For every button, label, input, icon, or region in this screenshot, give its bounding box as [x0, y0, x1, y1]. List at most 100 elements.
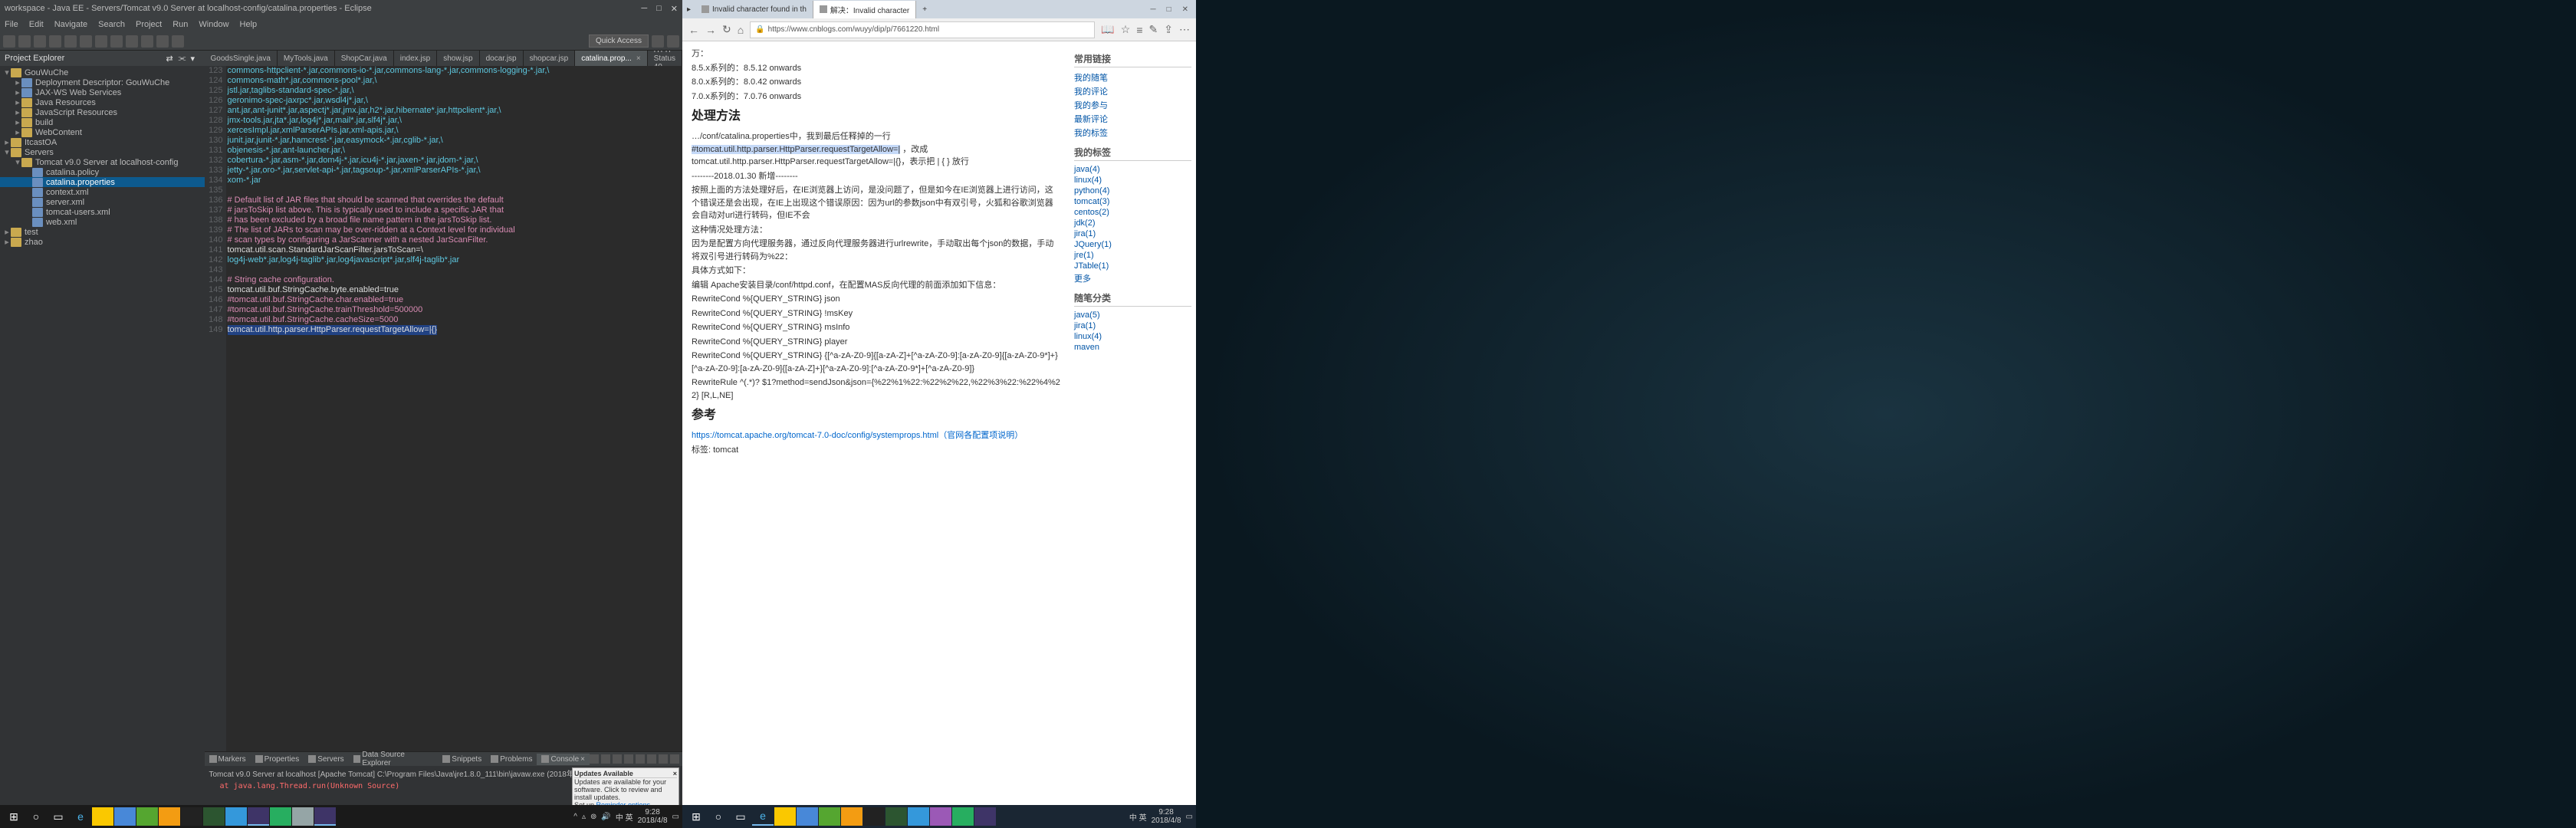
console-icon[interactable]	[670, 754, 679, 764]
minimize-icon[interactable]: ─	[641, 4, 647, 14]
console-icon[interactable]	[590, 754, 599, 764]
toolbar-button[interactable]	[3, 35, 15, 48]
clock-date[interactable]: 2018/4/8	[638, 816, 668, 825]
bottom-tab-console[interactable]: Console ×	[537, 754, 590, 765]
console-icon[interactable]	[613, 754, 622, 764]
notifications-icon[interactable]: ▭	[1186, 813, 1193, 821]
app-icon[interactable]	[952, 807, 974, 826]
tree-item[interactable]: ▸JAX-WS Web Services	[0, 87, 205, 97]
toolbar-button[interactable]	[156, 35, 169, 48]
refresh-button[interactable]: ↻	[722, 23, 731, 36]
eclipse-taskbar-icon[interactable]	[314, 807, 336, 826]
url-bar[interactable]: 🔒 https://www.cnblogs.com/wuyy/dip/p/766…	[750, 21, 1095, 38]
favorites-list-icon[interactable]: ≡	[1136, 24, 1142, 36]
menu-edit[interactable]: Edit	[29, 20, 44, 29]
notifications-icon[interactable]: ▭	[672, 813, 679, 821]
close-icon[interactable]: ×	[673, 770, 677, 777]
maximize-icon[interactable]: □	[656, 4, 662, 14]
quick-access[interactable]: Quick Access	[589, 34, 649, 48]
tree-item[interactable]: ▸Deployment Descriptor: GouWuChe	[0, 77, 205, 87]
share-icon[interactable]: ⇪	[1164, 23, 1173, 36]
sidebar-link[interactable]: JTable(1)	[1074, 261, 1191, 271]
toolbar-button[interactable]	[64, 35, 77, 48]
sidebar-link[interactable]: 我的评论	[1074, 84, 1191, 98]
app-icon[interactable]	[930, 807, 951, 826]
new-tab-button[interactable]: +	[916, 5, 933, 14]
toolbar-button[interactable]	[49, 35, 61, 48]
volume-icon[interactable]: 🔊	[601, 813, 610, 821]
app-icon[interactable]	[908, 807, 929, 826]
console-icon[interactable]	[659, 754, 668, 764]
menu-file[interactable]: File	[5, 20, 18, 29]
bottom-tab-servers[interactable]: Servers	[304, 754, 348, 765]
sidebar-link[interactable]: jdk(2)	[1074, 218, 1191, 228]
menu-icon[interactable]: ⋯	[1179, 23, 1190, 36]
sidebar-link[interactable]: jre(1)	[1074, 250, 1191, 261]
sidebar-link[interactable]: jira(1)	[1074, 320, 1191, 331]
tree-item[interactable]: ▸WebContent	[0, 127, 205, 137]
sidebar-link[interactable]: java(5)	[1074, 310, 1191, 320]
app-icon[interactable]	[886, 807, 907, 826]
clock-time[interactable]: 9:28	[1152, 808, 1181, 816]
sidebar-link[interactable]: linux(4)	[1074, 331, 1191, 342]
explorer-icon[interactable]	[774, 807, 796, 826]
menu-help[interactable]: Help	[240, 20, 258, 29]
app-icon[interactable]	[819, 807, 840, 826]
tree-item[interactable]: ▸JavaScript Resources	[0, 107, 205, 117]
app-icon[interactable]	[136, 807, 158, 826]
back-button[interactable]: ←	[688, 24, 699, 36]
app-icon[interactable]	[292, 807, 314, 826]
tree-item[interactable]: ▾GouWuChe	[0, 67, 205, 77]
tree-item[interactable]: web.xml	[0, 217, 205, 227]
menu-project[interactable]: Project	[136, 20, 162, 29]
lang-indicator[interactable]: 中 英	[1129, 811, 1147, 823]
collapse-icon[interactable]: ⇄	[166, 54, 176, 63]
edge-icon[interactable]: e	[70, 807, 91, 826]
sidebar-link[interactable]: 最新评论	[1074, 112, 1191, 126]
task-view-icon[interactable]: ▭	[730, 807, 751, 826]
toolbar-button[interactable]	[95, 35, 107, 48]
bottom-tab-properties[interactable]: Properties	[251, 754, 304, 765]
sidebar-link[interactable]: 我的标签	[1074, 126, 1191, 140]
tree-item[interactable]: ▸test	[0, 227, 205, 237]
tabs-aside-icon[interactable]: ▸	[682, 5, 695, 14]
sidebar-link[interactable]: java(4)	[1074, 164, 1191, 175]
sidebar-link[interactable]: python(4)	[1074, 186, 1191, 196]
browser-tab[interactable]: 解决：Invalid character	[813, 1, 916, 18]
editor-tab[interactable]: shopcar.jsp	[524, 51, 576, 66]
tree-item[interactable]: catalina.policy	[0, 167, 205, 177]
toolbar-button[interactable]	[172, 35, 184, 48]
editor-tab[interactable]: index.jsp	[394, 51, 437, 66]
menu-navigate[interactable]: Navigate	[54, 20, 87, 29]
sidebar-link[interactable]: 我的参与	[1074, 98, 1191, 112]
sidebar-link[interactable]: maven	[1074, 342, 1191, 353]
tree-item[interactable]: ▸zhao	[0, 237, 205, 247]
cortana-icon[interactable]: ○	[25, 807, 47, 826]
tree-item[interactable]: ▸Java Resources	[0, 97, 205, 107]
close-icon[interactable]: ✕	[671, 4, 678, 14]
clock-date[interactable]: 2018/4/8	[1152, 816, 1181, 825]
home-button[interactable]: ⌂	[738, 24, 744, 36]
sidebar-link[interactable]: 我的随笔	[1074, 71, 1191, 84]
sidebar-link[interactable]: jira(1)	[1074, 228, 1191, 239]
start-button[interactable]: ⊞	[685, 807, 707, 826]
toolbar-button[interactable]	[141, 35, 153, 48]
sidebar-link[interactable]: 更多	[1074, 271, 1191, 285]
explorer-icon[interactable]	[92, 807, 113, 826]
close-icon[interactable]: ×	[580, 755, 585, 764]
editor-tab[interactable]: catalina.prop...×	[575, 51, 647, 66]
sidebar-link[interactable]: tomcat(3)	[1074, 196, 1191, 207]
network-icon[interactable]: ▵	[582, 813, 586, 821]
app-icon[interactable]	[203, 807, 225, 826]
editor-tab[interactable]: show.jsp	[437, 51, 479, 66]
tree-item[interactable]: ▾Servers	[0, 147, 205, 157]
tree-item[interactable]: ▸ItcastOA	[0, 137, 205, 147]
project-tree[interactable]: ▾GouWuChe▸Deployment Descriptor: GouWuCh…	[0, 66, 205, 248]
sidebar-link[interactable]: JQuery(1)	[1074, 239, 1191, 250]
console-icon[interactable]	[636, 754, 645, 764]
editor-tab[interactable]: docar.jsp	[480, 51, 524, 66]
close-icon[interactable]: ✕	[1182, 5, 1188, 14]
notes-icon[interactable]: ✎	[1149, 23, 1158, 36]
toolbar-button[interactable]	[110, 35, 123, 48]
menu-run[interactable]: Run	[172, 20, 188, 29]
